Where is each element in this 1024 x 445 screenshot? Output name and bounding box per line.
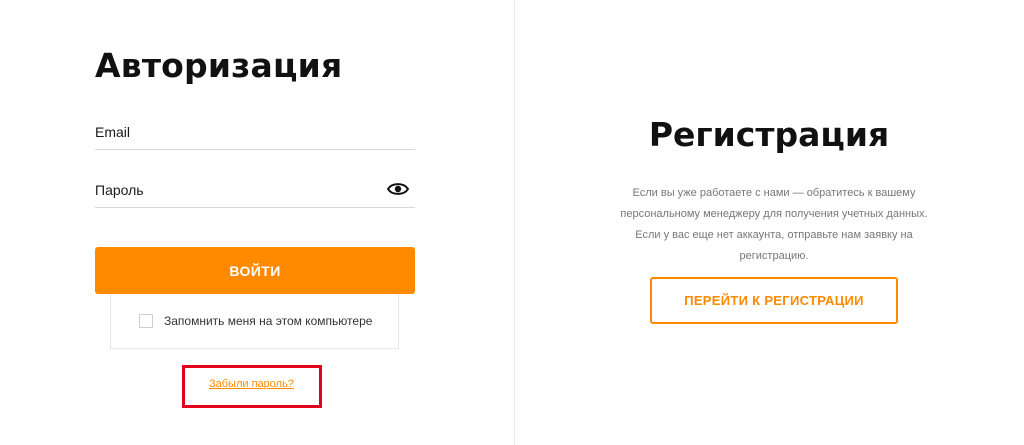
login-title: Авторизация bbox=[95, 46, 343, 85]
eye-icon[interactable] bbox=[387, 181, 409, 197]
registration-description: Если вы уже работаете с нами — обратитес… bbox=[620, 187, 928, 262]
email-field[interactable] bbox=[95, 120, 415, 149]
remember-me-box: Запомнить меня на этом компьютере bbox=[110, 294, 399, 349]
password-field[interactable] bbox=[95, 178, 415, 207]
email-field-wrapper bbox=[95, 120, 415, 150]
panel-divider bbox=[514, 0, 515, 445]
password-field-wrapper bbox=[95, 178, 415, 208]
registration-title: Регистрация bbox=[648, 115, 890, 154]
go-to-registration-button[interactable]: ПЕРЕЙТИ К РЕГИСТРАЦИИ bbox=[650, 277, 898, 324]
login-button[interactable]: ВОЙТИ bbox=[95, 247, 415, 294]
remember-me-checkbox[interactable] bbox=[139, 314, 153, 328]
forgot-password-link[interactable]: Забыли пароль? bbox=[209, 378, 294, 390]
remember-me-label[interactable]: Запомнить меня на этом компьютере bbox=[164, 314, 372, 328]
